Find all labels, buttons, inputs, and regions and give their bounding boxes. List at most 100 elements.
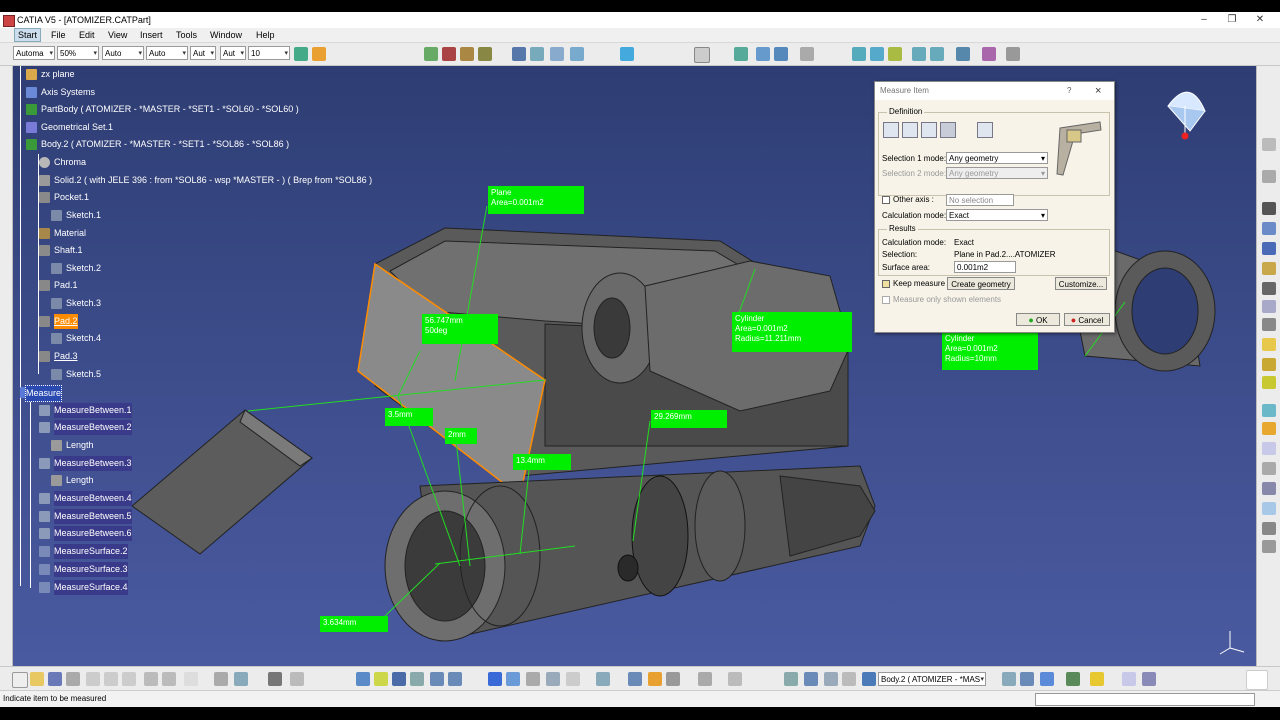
multi-view-bottom-icon[interactable] [506,672,520,686]
dialog-close-button[interactable]: × [1095,82,1101,100]
compass-bottom-icon[interactable] [728,672,742,686]
iso-view-bottom-icon[interactable] [526,672,540,686]
snap-icon[interactable] [804,672,818,686]
thread-tool-icon[interactable] [1262,442,1276,455]
undo-icon[interactable] [144,672,158,686]
menu-tools[interactable]: Tools [176,28,197,42]
customize-button[interactable]: Customize... [1055,277,1107,290]
shaft-tool-icon[interactable] [1262,242,1276,255]
measure-item-mode-icon[interactable] [902,122,918,138]
knowledge-icon[interactable] [1122,672,1136,686]
shading-icon[interactable] [982,47,996,61]
body-select-icon[interactable] [862,672,876,686]
print-icon[interactable] [66,672,80,686]
menu-start[interactable]: Start [14,28,42,42]
maximize-button[interactable]: ❐ [1220,12,1244,28]
boolean-icon[interactable] [1020,672,1034,686]
measure-item-icon[interactable] [570,47,584,61]
mirror-tool-icon[interactable] [1262,502,1276,515]
create-geometry-button[interactable]: Create geometry [947,277,1015,290]
open-icon[interactable] [30,672,44,686]
rib-tool-icon[interactable] [1262,300,1276,313]
render-texture-icon[interactable] [478,47,492,61]
render-icon[interactable] [442,47,456,61]
fit-all-icon[interactable] [800,47,814,61]
rotate-bottom-icon[interactable] [410,672,424,686]
table-icon[interactable] [268,672,282,686]
close-window-button[interactable]: ✕ [1248,12,1272,28]
selection-1-mode-select[interactable]: Any geometry ▾ [946,152,1048,164]
pad-tool-icon[interactable] [1262,202,1276,215]
thickness-tool-icon[interactable] [1262,422,1276,435]
copy-icon[interactable] [104,672,118,686]
pan-icon[interactable] [852,47,866,61]
point-style-combo[interactable]: Aut ▾ [220,46,246,60]
chamfer-tool-icon[interactable] [1262,358,1276,371]
sketch-positioned-icon[interactable] [530,47,544,61]
menu-view[interactable]: View [108,28,127,42]
draft-tool-icon[interactable] [1262,376,1276,389]
keep-measure-checkbox[interactable] [882,280,890,288]
calculation-mode-select[interactable]: Exact ▾ [946,209,1048,221]
formula-icon[interactable] [214,672,228,686]
whats-this-icon[interactable] [184,672,198,686]
new-icon[interactable] [12,672,28,688]
cancel-button[interactable]: ● Cancel [1064,313,1110,326]
slot-tool-icon[interactable] [1262,318,1276,331]
ok-button[interactable]: ● OK [1016,313,1060,326]
selection-2-mode-select[interactable]: Any geometry ▾ [946,167,1048,179]
font-size-combo[interactable]: 10 ▾ [248,46,290,60]
apply-material-icon[interactable] [424,47,438,61]
hole-tool-icon[interactable] [1262,282,1276,295]
iso-view-icon[interactable] [930,47,944,61]
only-shown-elements-checkbox[interactable] [882,296,890,304]
multi-view-icon[interactable] [774,47,788,61]
zoom-in-bottom-icon[interactable] [430,672,444,686]
work-object-combo[interactable]: Body.2 ( ATOMIZER - *MAS ▾ [878,672,986,686]
apply-material-bottom-icon[interactable] [1090,672,1104,686]
menu-window[interactable]: Window [210,28,242,42]
zoom-out-icon[interactable] [912,47,926,61]
reference-element-icon[interactable] [648,672,662,686]
other-axis-checkbox[interactable] [882,196,890,204]
axis-bottom-icon[interactable] [824,672,838,686]
minimize-button[interactable]: – [1192,12,1216,28]
measure-thickness-icon[interactable] [921,122,937,138]
add-icon[interactable] [1066,672,1080,686]
swap-visible-icon[interactable] [734,47,748,61]
normal-view-icon[interactable] [756,47,770,61]
groove-tool-icon[interactable] [1262,262,1276,275]
pocket-tool-icon[interactable] [1262,222,1276,235]
redo-icon[interactable] [162,672,176,686]
shell-tool-icon[interactable] [1262,404,1276,417]
fillet-tool-icon[interactable] [1262,338,1276,351]
analysis-icon[interactable] [698,672,712,686]
painter-icon[interactable] [294,47,308,61]
measure-between-icon[interactable] [550,47,564,61]
update-icon[interactable] [628,672,642,686]
cut-icon[interactable] [86,672,100,686]
surface-area-field[interactable]: 0.001m2 [954,261,1016,273]
comment-icon[interactable] [234,672,248,686]
tree-scrollbar[interactable] [0,66,13,666]
help-button[interactable]: ? [1067,82,1071,100]
rotate-icon[interactable] [870,47,884,61]
paste-icon[interactable] [122,672,136,686]
pan-bottom-icon[interactable] [392,672,406,686]
swap-bottom-icon[interactable] [596,672,610,686]
formula-bottom-icon[interactable] [1142,672,1156,686]
menu-file[interactable]: File [51,28,66,42]
hide-show-icon[interactable] [694,47,710,63]
save-icon[interactable] [48,672,62,686]
measure-tool-icon[interactable] [356,672,370,686]
pattern-tool-icon[interactable] [1262,522,1276,535]
measure-customize-icon[interactable] [977,122,993,138]
menu-insert[interactable]: Insert [140,28,163,42]
shading-bottom-icon[interactable] [546,672,560,686]
measure-inertia-icon[interactable] [940,122,956,138]
translate-tool-icon[interactable] [1262,462,1276,475]
zoom-level-combo[interactable]: 50% ▾ [57,46,99,60]
view-mode-icon[interactable] [956,47,970,61]
line-type-combo[interactable]: Auto ▾ [102,46,144,60]
catalog-icon[interactable] [290,672,304,686]
